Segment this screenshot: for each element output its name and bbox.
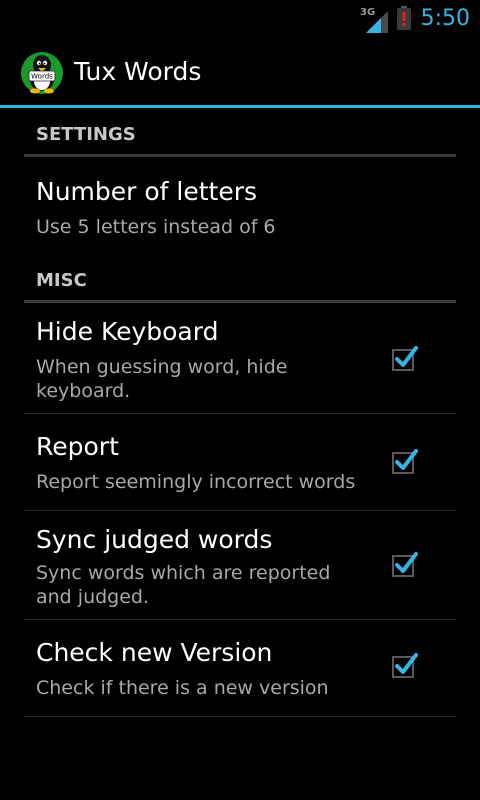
category-label: SETTINGS	[36, 124, 136, 145]
app-title: Tux Words	[74, 57, 202, 86]
sync-judged-words-checkbox[interactable]	[392, 551, 418, 577]
pref-summary: Check if there is a new version	[36, 677, 329, 699]
app-icon-badge: Words	[31, 73, 53, 81]
list-divider	[24, 716, 456, 717]
hide-keyboard-checkbox[interactable]	[392, 345, 418, 371]
pref-title: Hide Keyboard	[36, 317, 219, 346]
pref-summary: Report seemingly incorrect words	[36, 471, 356, 493]
pref-check-new-version[interactable]: Check new Version Check if there is a ne…	[24, 620, 456, 716]
pref-summary: When guessing word, hide keyboard.	[36, 356, 288, 402]
pref-sync-judged-words[interactable]: Sync judged words Sync words which are r…	[24, 511, 456, 619]
pref-title: Report	[36, 432, 119, 461]
tux-words-app-icon[interactable]: Words	[20, 51, 64, 95]
action-bar	[0, 38, 480, 106]
pref-title: Check new Version	[36, 638, 273, 667]
pref-title: Sync judged words	[36, 525, 273, 554]
pref-report[interactable]: Report Report seemingly incorrect words	[24, 414, 456, 510]
action-bar-accent-line	[0, 105, 480, 108]
signal-3g-icon	[366, 11, 388, 33]
report-checkbox[interactable]	[392, 448, 418, 474]
category-label: MISC	[36, 270, 87, 291]
pref-summary: Sync words which are reported and judged…	[36, 562, 331, 608]
pref-title: Number of letters	[36, 177, 258, 206]
network-indicator: 3G	[360, 7, 388, 33]
pref-number-of-letters[interactable]: Number of letters Use 5 letters instead …	[24, 157, 456, 257]
battery-alert-icon	[397, 6, 411, 30]
pref-summary: Use 5 letters instead of 6	[36, 216, 276, 238]
status-bar: 3G 5:50	[0, 0, 480, 38]
check-new-version-checkbox[interactable]	[392, 652, 418, 678]
clock: 5:50	[420, 6, 470, 31]
pref-hide-keyboard[interactable]: Hide Keyboard When guessing word, hide k…	[24, 303, 456, 413]
